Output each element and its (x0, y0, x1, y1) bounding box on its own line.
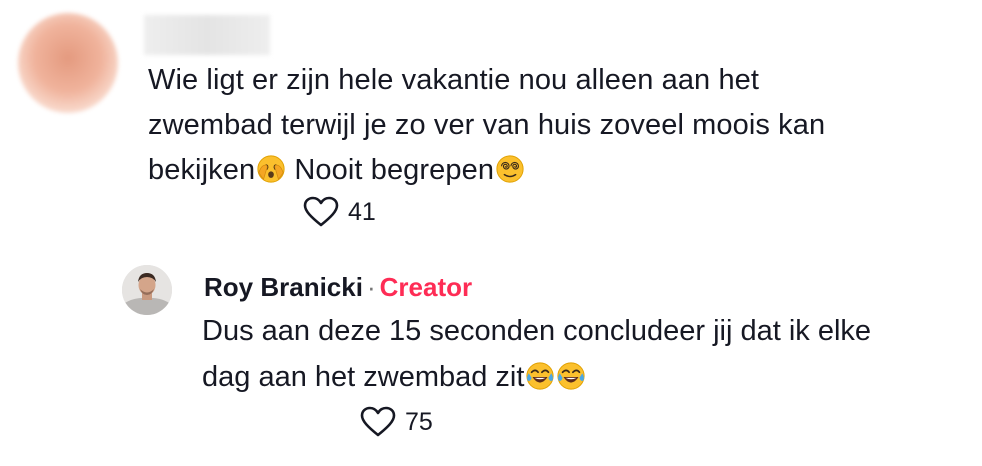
commenter-avatar[interactable] (18, 13, 118, 113)
face-with-tears-of-joy-icon (557, 362, 586, 390)
comment-text-segment: bekijken (148, 154, 256, 186)
comment-line: bekijken Nooit begrepen (148, 148, 948, 193)
comment-line: Wie ligt er zijn hele vakantie nou allee… (148, 64, 760, 96)
reply-author-avatar[interactable] (122, 265, 172, 315)
profile-photo-icon (122, 265, 172, 315)
comment-line: zwembad terwijl je zo ver van huis zovee… (148, 109, 826, 141)
face-peeking-eye-icon (257, 155, 285, 183)
comment-like-button[interactable]: 41 (303, 196, 376, 228)
comment-body: Wie ligt er zijn hele vakantie nou allee… (148, 58, 948, 193)
like-count: 75 (405, 407, 433, 436)
reply-line: Dus aan deze 15 seconden concludeer jij … (202, 315, 872, 347)
face-with-spiral-eyes-icon (496, 155, 524, 183)
reply-body: Dus aan deze 15 seconden concludeer jij … (202, 308, 962, 400)
reply-author-name[interactable]: Roy Branicki (204, 272, 363, 302)
commenter-name-redacted (144, 15, 270, 55)
heart-outline-icon[interactable] (303, 196, 339, 228)
creator-badge: Creator (379, 272, 473, 302)
heart-outline-icon[interactable] (360, 406, 396, 438)
separator-dot: · (366, 272, 376, 302)
face-with-tears-of-joy-icon (526, 362, 555, 390)
reply-text-segment: dag aan het zwembad zit (202, 361, 525, 393)
reply-header: Roy Branicki · Creator (204, 270, 472, 304)
reply-line: dag aan het zwembad zit (202, 354, 962, 400)
comment-text-segment: Nooit begrepen (286, 154, 495, 186)
reply-like-button[interactable]: 75 (360, 406, 433, 438)
like-count: 41 (348, 197, 376, 226)
